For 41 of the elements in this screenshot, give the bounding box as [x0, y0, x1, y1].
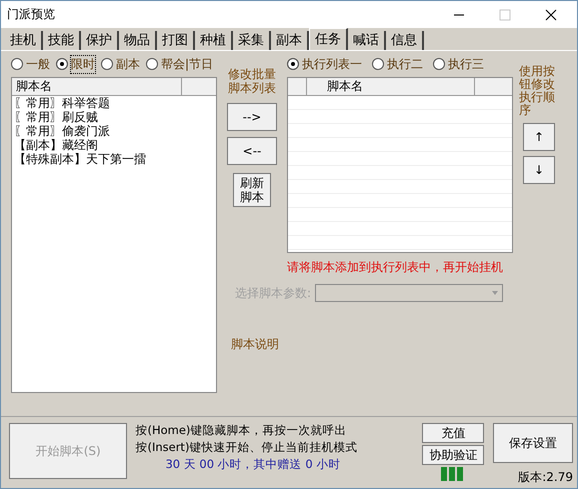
add-button[interactable]: --> [227, 103, 277, 131]
list-item[interactable]: 【特殊副本】天下第一擂 [12, 152, 216, 166]
list-item[interactable]: 【副本】藏经阁 [12, 138, 216, 152]
radio-icon[interactable] [11, 58, 23, 70]
version-text: 版本:2.79 [518, 469, 573, 486]
list-item[interactable]: 〖常用〗偷袭门派 [12, 124, 216, 138]
warning-text: 请将脚本添加到执行列表中，再开始挂机 [287, 259, 504, 276]
radio-icon[interactable] [56, 58, 68, 70]
hint-text: 按(Home)键隐藏脚本，再按一次就呼出 [135, 423, 348, 438]
radio-icon[interactable] [372, 58, 384, 70]
radio-label[interactable]: 限时 [71, 56, 95, 72]
verify-button[interactable]: 协助验证 [422, 445, 484, 465]
order-label: 使用按钮修改执行顺序 [519, 65, 556, 117]
remaining-time: 30 天 00 小时，其中赠送 0 小时 [164, 457, 342, 472]
radio-label[interactable]: 副本 [116, 56, 140, 72]
radio-icon[interactable] [287, 58, 299, 70]
script-list[interactable]: 脚本名 〖常用〗科举答题 〖常用〗刷反贼 〖常用〗偷袭门派 【副本】藏经阁 【特殊副本】天下第一擂 [11, 77, 217, 393]
radio-label[interactable]: 执行二 [387, 56, 423, 72]
radio-label[interactable]: 帮会|节日 [161, 56, 214, 72]
radio-icon[interactable] [101, 58, 113, 70]
save-button[interactable]: 保存设置 [493, 423, 573, 463]
list-item[interactable]: 〖常用〗科举答题 [12, 96, 216, 110]
batch-label: 修改批量脚本列表 [227, 67, 277, 95]
status-bars-icon [441, 467, 466, 481]
radio-label[interactable]: 一般 [26, 56, 50, 72]
radio-icon[interactable] [146, 58, 158, 70]
move-up-button[interactable]: ↑ [523, 123, 555, 151]
close-icon[interactable] [545, 8, 557, 20]
refresh-button[interactable]: 刷新脚本 [233, 173, 271, 207]
hint-text: 按(Insert)键快速开始、停止当前挂机模式 [135, 440, 358, 455]
remove-button[interactable]: <-- [227, 137, 277, 165]
list-item[interactable]: 〖常用〗刷反贼 [12, 110, 216, 124]
radio-label[interactable]: 执行三 [448, 56, 484, 72]
recharge-button[interactable]: 充值 [422, 423, 484, 443]
move-down-button[interactable]: ↓ [523, 156, 555, 184]
window-title: 门派预览 [7, 6, 55, 23]
radio-icon[interactable] [433, 58, 445, 70]
execution-list[interactable]: 脚本名 [287, 77, 513, 253]
description-label: 脚本说明 [231, 336, 280, 353]
tab[interactable]: 任务 [309, 28, 348, 50]
radio-label[interactable]: 执行列表一 [302, 56, 362, 72]
